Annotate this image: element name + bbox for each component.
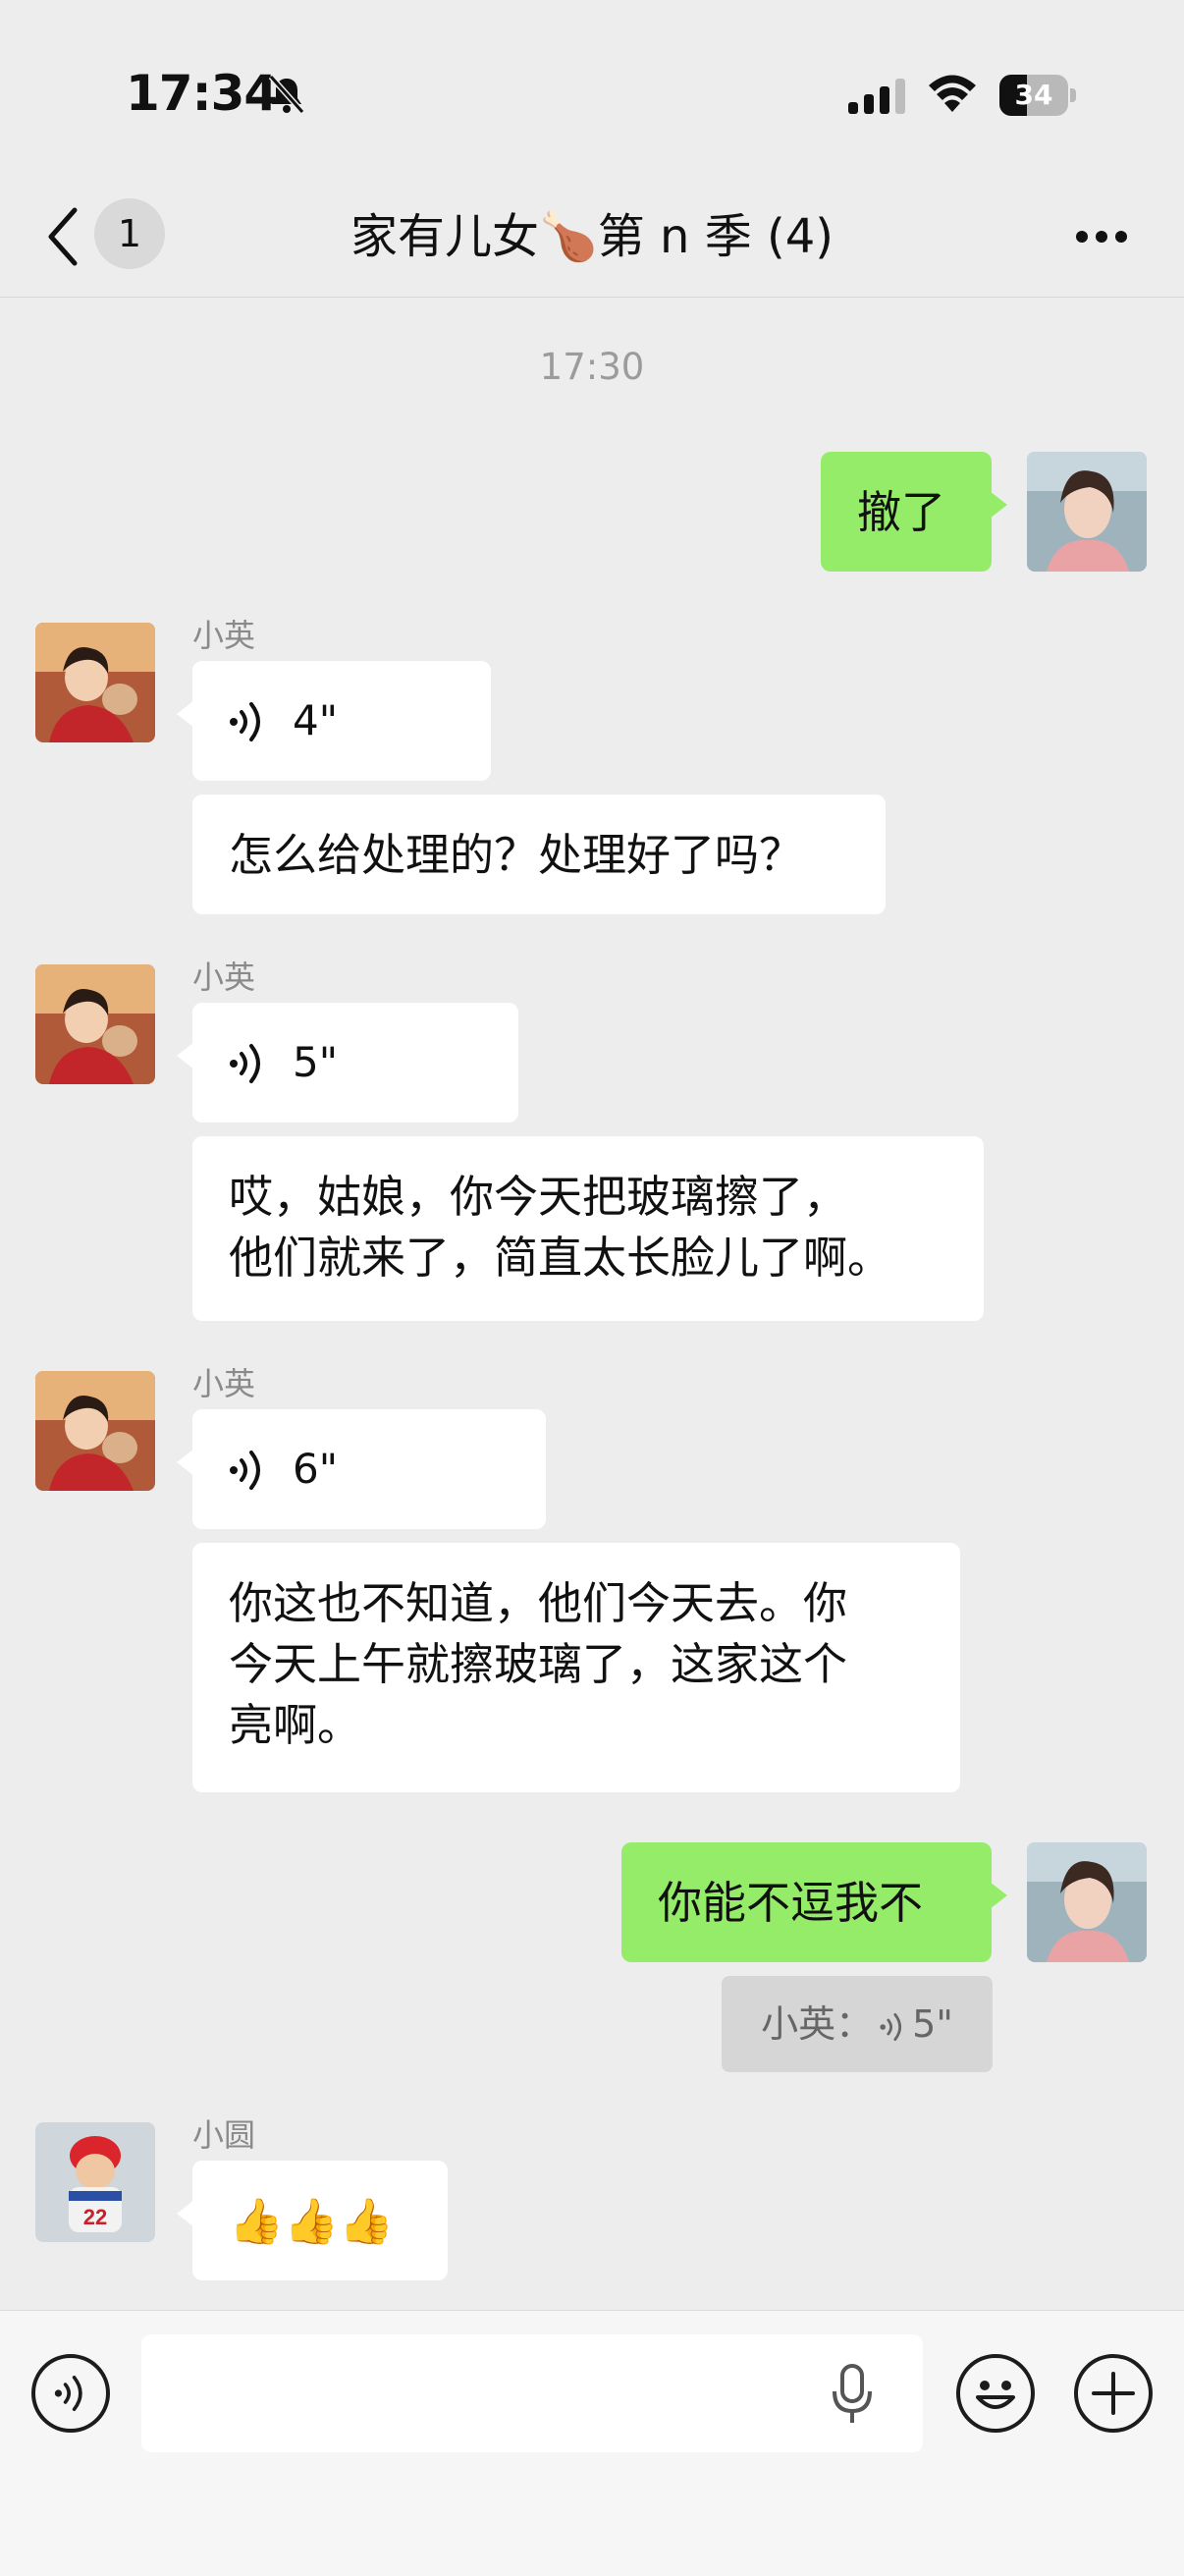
quote-sender: 小英：	[761, 2002, 874, 2046]
unread-count-badge[interactable]: 1	[94, 198, 165, 269]
voice-wave-icon	[54, 2375, 82, 2411]
quoted-voice-reference[interactable]: 小英： 5"	[722, 1976, 993, 2072]
status-bar: 17:34 34	[0, 0, 1184, 177]
voice-input-toggle[interactable]	[31, 2354, 110, 2433]
message-text: 你能不逗我不	[658, 1877, 924, 1929]
voice-message[interactable]: 5"	[177, 1003, 518, 1123]
cellular-signal-icon	[848, 79, 905, 114]
message-timestamp: 17:30	[539, 346, 645, 388]
message-text-line: 哎，姑娘，你今天把玻璃擦了，	[229, 1171, 848, 1223]
message-text: 👍👍👍	[229, 2195, 395, 2247]
voice-wave-icon	[880, 2012, 902, 2041]
message-text-line: 你这也不知道，他们今天去。你	[229, 1577, 848, 1629]
sender-name: 小英	[192, 1365, 256, 1402]
voice-message[interactable]: 6"	[177, 1409, 546, 1529]
status-time: 17:34	[126, 65, 278, 122]
sender-avatar-xiaoying[interactable]	[35, 1371, 155, 1491]
message-input[interactable]	[141, 2334, 923, 2452]
battery-indicator: 34	[999, 75, 1076, 116]
outgoing-message[interactable]: 撤了	[821, 452, 1007, 572]
bell-muted-icon	[268, 75, 305, 114]
message-text-line: 今天上午就擦玻璃了，这家这个	[229, 1638, 848, 1690]
message-text-line: 亮啊。	[229, 1699, 362, 1751]
voice-duration: 6"	[293, 1445, 339, 1493]
quote-duration: 5"	[912, 2002, 953, 2046]
sender-name: 小英	[192, 959, 256, 996]
incoming-message[interactable]: 你这也不知道，他们今天去。你 今天上午就擦玻璃了，这家这个 亮啊。	[192, 1543, 960, 1792]
sender-avatar-xiaoying[interactable]	[35, 964, 155, 1084]
message-text: 撤了	[857, 486, 946, 538]
more-options-icon[interactable]	[1072, 222, 1131, 251]
input-bar	[0, 2310, 1184, 2576]
emoji-face-icon	[976, 2381, 1015, 2409]
back-chevron-icon[interactable]	[43, 204, 82, 269]
outgoing-message[interactable]: 你能不逗我不	[621, 1842, 1007, 1962]
message-text: 怎么给处理的？处理好了吗？	[229, 829, 804, 881]
incoming-message[interactable]: 怎么给处理的？处理好了吗？	[192, 795, 886, 914]
my-avatar[interactable]	[1027, 452, 1147, 572]
voice-message[interactable]: 4"	[177, 661, 491, 781]
voice-duration: 5"	[293, 1038, 339, 1086]
voice-wave-icon	[230, 1451, 260, 1490]
incoming-message[interactable]: 👍👍👍	[177, 2161, 448, 2280]
battery-level: 34	[1014, 79, 1053, 111]
sender-name: 小圆	[192, 2116, 256, 2154]
voice-wave-icon	[230, 702, 260, 741]
sender-avatar-xiaoyuan[interactable]: 22	[35, 2122, 155, 2242]
more-actions-button[interactable]	[1074, 2354, 1153, 2433]
wifi-icon	[929, 75, 976, 112]
plus-icon	[1092, 2372, 1135, 2415]
chat-title: 家有儿女🍗第 n 季 (4)	[350, 209, 834, 264]
chat-header: 1 家有儿女🍗第 n 季 (4)	[0, 177, 1184, 298]
sender-avatar-xiaoying[interactable]	[35, 623, 155, 742]
sender-name: 小英	[192, 617, 256, 654]
svg-text:22: 22	[83, 2205, 107, 2229]
message-text-line: 他们就来了，简直太长脸儿了啊。	[229, 1232, 892, 1284]
incoming-message[interactable]: 哎，姑娘，你今天把玻璃擦了， 他们就来了，简直太长脸儿了啊。	[192, 1136, 984, 1321]
microphone-icon[interactable]	[829, 2364, 876, 2425]
voice-duration: 4"	[293, 696, 339, 744]
voice-wave-icon	[230, 1044, 260, 1083]
my-avatar[interactable]	[1027, 1842, 1147, 1962]
emoji-button[interactable]	[956, 2354, 1035, 2433]
